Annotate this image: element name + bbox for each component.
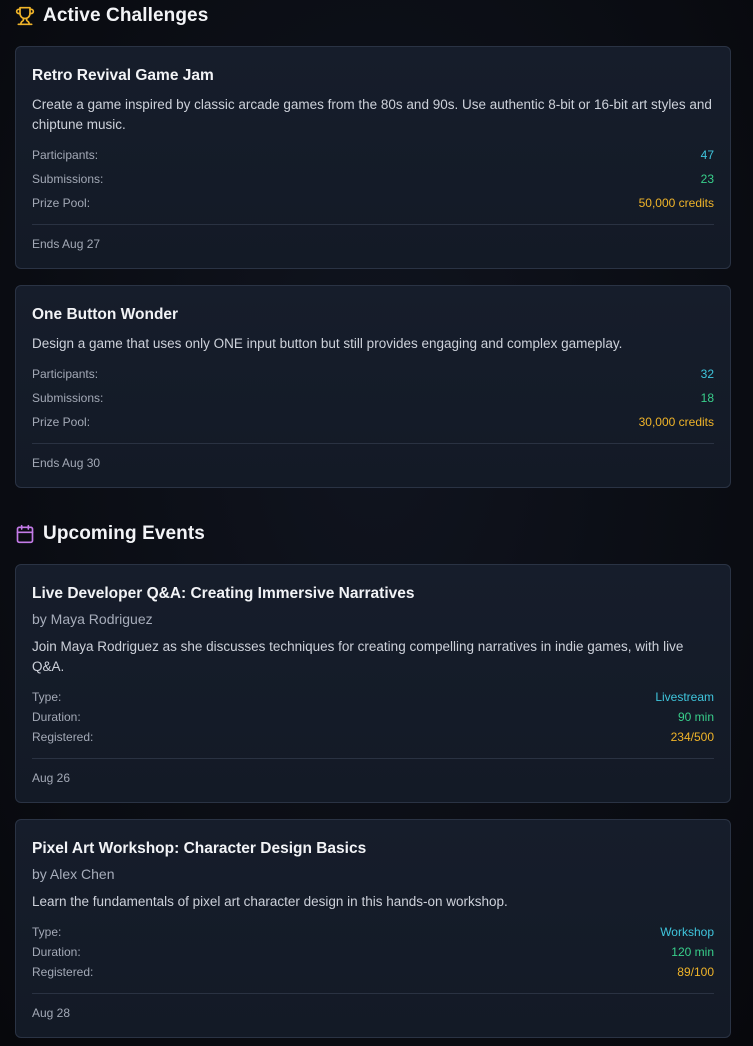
challenge-card[interactable]: Retro Revival Game Jam Create a game ins… [15,46,731,269]
divider [32,443,714,444]
event-description: Learn the fundamentals of pixel art char… [32,894,508,909]
event-description: Join Maya Rodriguez as she discusses tec… [32,639,684,674]
stat-registered: Registered: 234/500 [32,729,714,745]
stat-label: Participants: [32,148,99,162]
event-host: by Maya Rodriguez [32,611,153,627]
divider [32,224,714,225]
section-header-events: Upcoming Events [15,522,205,546]
event-date: Aug 26 [32,771,71,785]
section-header-challenges: Active Challenges [15,4,208,28]
stat-label: Type: [32,690,62,704]
duration-value: 120 min [671,945,714,959]
prize-value: 30,000 credits [638,415,714,429]
stat-label: Submissions: [32,172,104,186]
submissions-value: 18 [700,391,714,405]
stat-label: Prize Pool: [32,415,91,429]
event-host: by Alex Chen [32,866,115,882]
stat-label: Duration: [32,945,81,959]
participants-value: 32 [700,367,714,381]
stat-duration: Duration: 120 min [32,944,714,960]
stat-label: Type: [32,925,62,939]
event-type-value: Workshop [660,925,714,939]
divider [32,993,714,994]
section-title-challenges: Active Challenges [43,5,209,26]
stat-participants: Participants: 32 [32,366,714,382]
registered-value: 89/100 [677,965,714,979]
prize-value: 50,000 credits [638,196,714,210]
participants-value: 47 [700,148,714,162]
stat-prize-pool: Prize Pool: 30,000 credits [32,414,714,430]
calendar-icon [15,524,35,544]
section-title-events: Upcoming Events [43,523,205,544]
event-title[interactable]: Pixel Art Workshop: Character Design Bas… [32,840,366,858]
stat-prize-pool: Prize Pool: 50,000 credits [32,195,714,211]
event-title[interactable]: Live Developer Q&A: Creating Immersive N… [32,585,415,603]
challenge-title[interactable]: Retro Revival Game Jam [32,67,214,85]
challenge-end-date: Ends Aug 30 [32,456,101,470]
stat-label: Prize Pool: [32,196,91,210]
stat-participants: Participants: 47 [32,147,714,163]
divider [32,758,714,759]
challenge-description: Create a game inspired by classic arcade… [32,97,712,132]
trophy-icon [15,6,35,26]
stat-label: Registered: [32,965,94,979]
challenge-description: Design a game that uses only ONE input b… [32,336,623,351]
stat-type: Type: Workshop [32,924,714,940]
stat-label: Registered: [32,730,94,744]
duration-value: 90 min [677,710,714,724]
event-date: Aug 28 [32,1006,71,1020]
stat-type: Type: Livestream [32,689,714,705]
submissions-value: 23 [700,172,714,186]
challenge-title[interactable]: One Button Wonder [32,306,178,324]
event-card[interactable]: Pixel Art Workshop: Character Design Bas… [15,819,731,1038]
challenge-end-date: Ends Aug 27 [32,237,101,251]
stat-label: Participants: [32,367,99,381]
stat-label: Duration: [32,710,81,724]
registered-value: 234/500 [670,730,714,744]
stat-submissions: Submissions: 23 [32,171,714,187]
event-type-value: Livestream [655,690,714,704]
challenge-card[interactable]: One Button Wonder Design a game that use… [15,285,731,488]
stat-registered: Registered: 89/100 [32,964,714,980]
stat-duration: Duration: 90 min [32,709,714,725]
stat-submissions: Submissions: 18 [32,390,714,406]
event-card[interactable]: Live Developer Q&A: Creating Immersive N… [15,564,731,803]
stat-label: Submissions: [32,391,104,405]
